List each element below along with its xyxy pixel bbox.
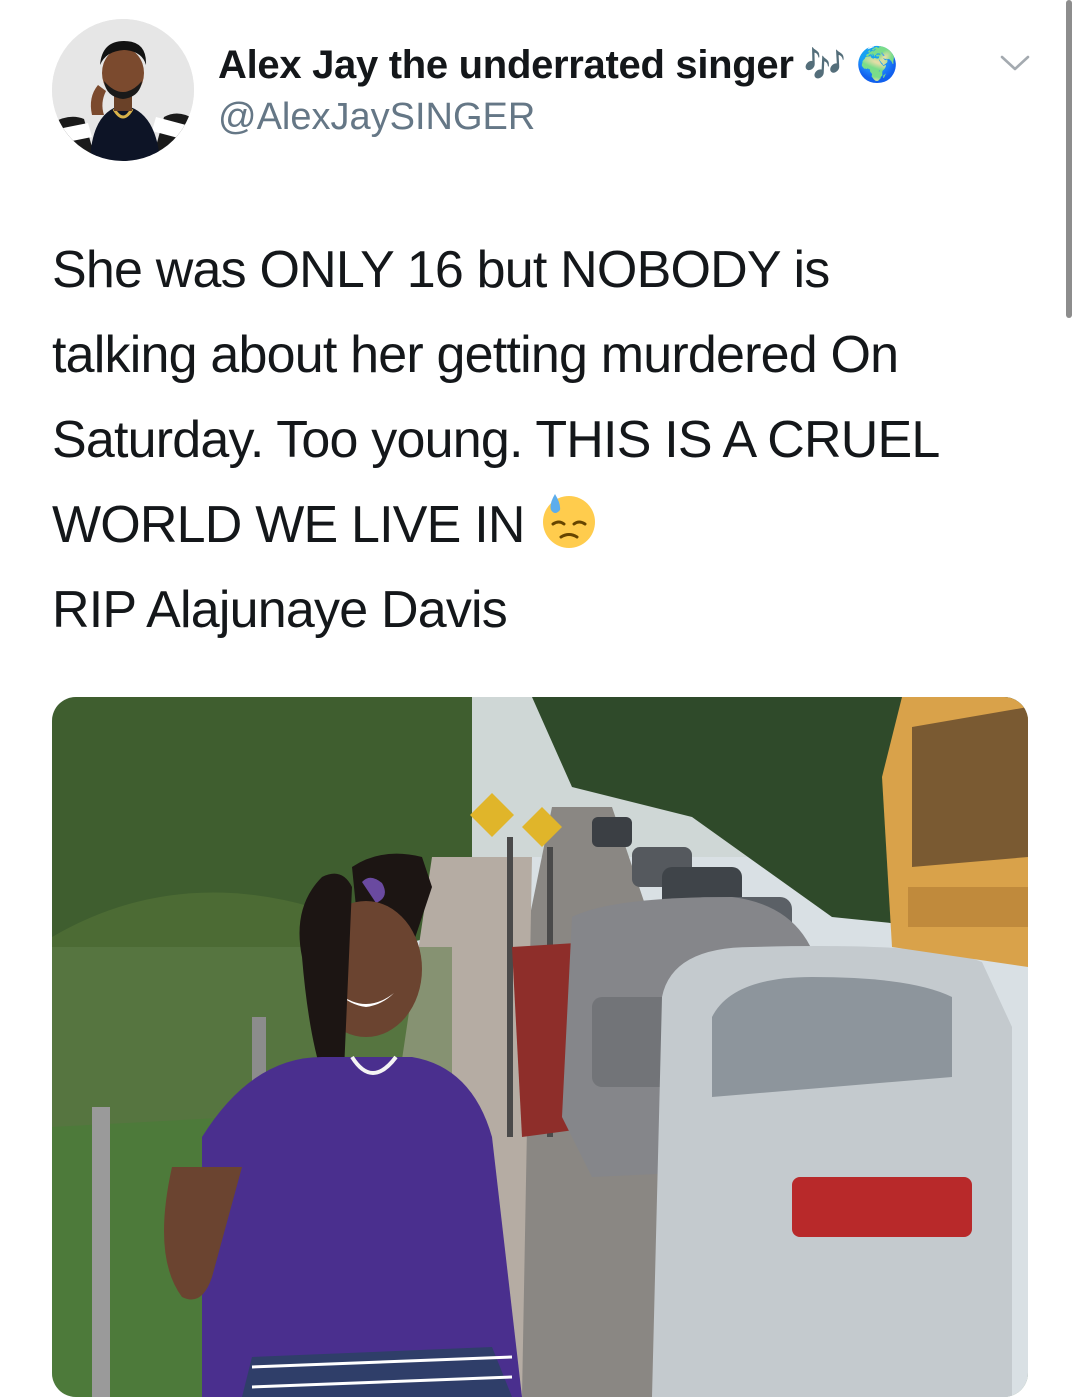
tweet-line: talking about her getting murdered On — [52, 326, 899, 384]
tweet-line: Saturday. Too young. THIS IS A CRUEL — [52, 411, 940, 469]
globe-icon: 🌍 — [856, 46, 899, 84]
tweet-line: RIP Alajunaye Davis — [52, 581, 508, 639]
scrollbar[interactable] — [1066, 0, 1072, 318]
tweet-text: She was ONLY 16 but NOBODY is talking ab… — [52, 228, 1052, 653]
tweet-photo[interactable] — [52, 697, 1028, 1397]
avatar[interactable] — [52, 19, 194, 161]
tweet-line: WORLD WE LIVE IN — [52, 496, 525, 554]
tweet-line: She was ONLY 16 but NOBODY is — [52, 241, 830, 299]
chevron-down-icon[interactable] — [998, 50, 1032, 76]
cartoon-avatar-icon — [52, 19, 194, 161]
display-name-text: Alex Jay the underrated singer — [218, 42, 794, 87]
street-photo — [52, 697, 1028, 1397]
display-name[interactable]: Alex Jay the underrated singer 🎶 🌍 — [218, 42, 898, 88]
tweet-line-with-emoji: WORLD WE LIVE IN — [52, 483, 1052, 568]
downcast-face-with-sweat-icon — [542, 494, 595, 548]
user-handle[interactable]: @AlexJaySINGER — [218, 96, 535, 139]
music-notes-icon: 🎶 — [803, 46, 846, 84]
